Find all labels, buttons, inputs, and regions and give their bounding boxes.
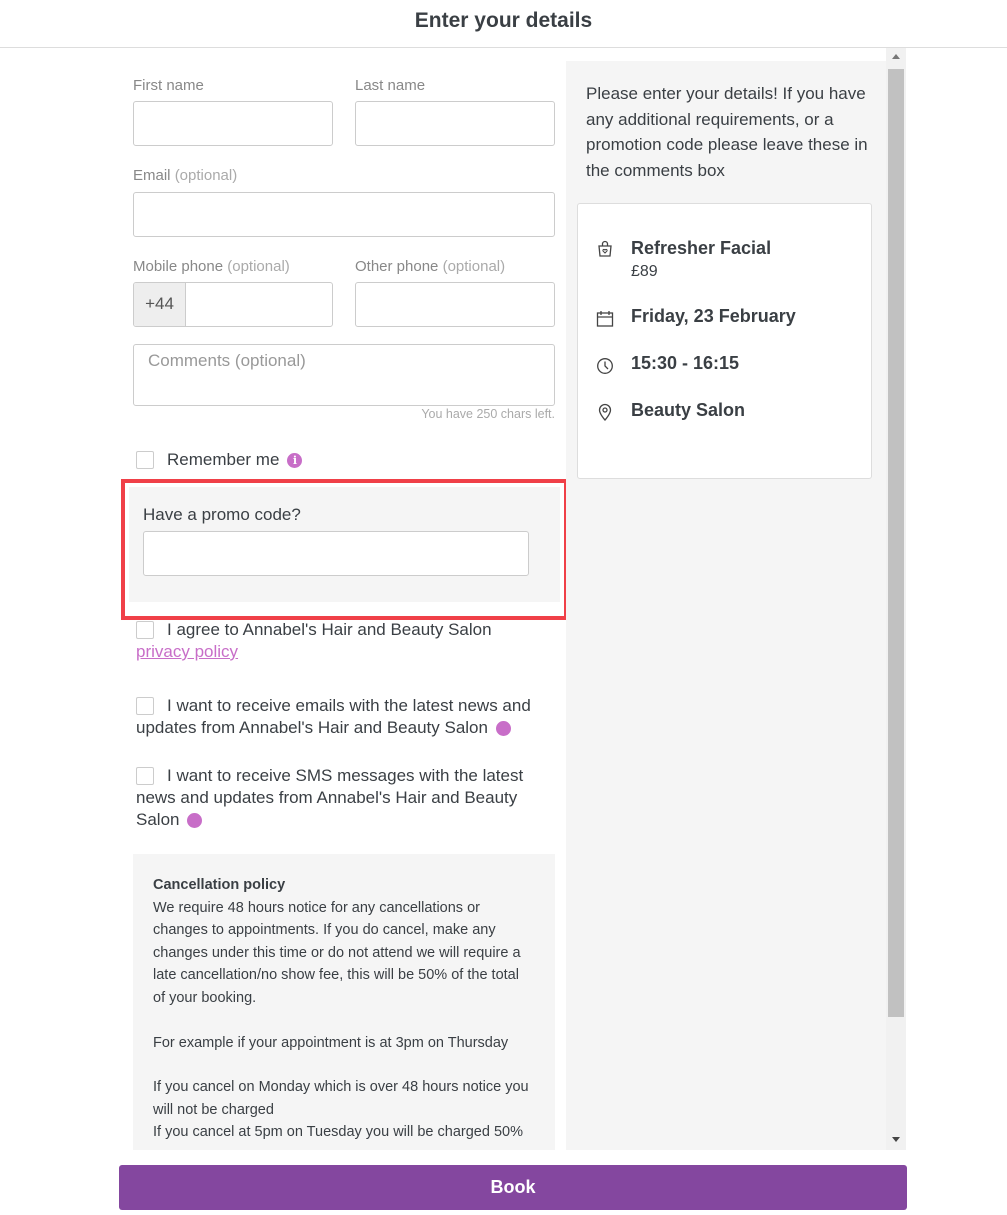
promo-code-input[interactable] — [143, 531, 529, 576]
promo-code-label: Have a promo code? — [143, 505, 301, 524]
email-label: Email (optional) — [133, 167, 238, 184]
page-header: Enter your details — [0, 0, 1007, 48]
service-price: £89 — [631, 263, 658, 280]
cancellation-example: For example if your appointment is at 3p… — [153, 1034, 509, 1051]
clock-icon — [597, 358, 613, 374]
email-input[interactable] — [133, 192, 555, 237]
booking-form-area: First name Last name Email (optional) Mo… — [119, 48, 907, 1150]
service-name: Refresher Facial — [631, 238, 772, 258]
cancellation-title: Cancellation policy — [153, 877, 286, 893]
remember-me-checkbox[interactable] — [136, 451, 154, 469]
scrollbar[interactable] — [886, 48, 906, 1150]
first-name-input[interactable] — [133, 101, 333, 146]
privacy-label: I agree to Annabel's Hair and Beauty Sal… — [136, 620, 492, 661]
last-name-label: Last name — [355, 77, 426, 94]
summary-intro: Please enter your details! If you have a… — [586, 84, 868, 180]
other-phone-label: Other phone (optional) — [355, 258, 506, 275]
appointment-location: Beauty Salon — [631, 400, 746, 420]
scrollbar-thumb[interactable] — [888, 69, 904, 1017]
info-icon[interactable]: i — [495, 721, 531, 736]
remember-me-label: Remember me i — [167, 449, 303, 471]
comments-textarea[interactable]: Comments (optional) — [133, 344, 555, 406]
calendar-icon — [596, 311, 614, 327]
other-phone-input[interactable] — [355, 282, 555, 327]
location-pin-icon — [598, 403, 612, 421]
page-title: Enter your details — [414, 9, 593, 32]
scroll-down-arrow-icon[interactable] — [892, 1137, 900, 1142]
scroll-up-arrow-icon[interactable] — [892, 54, 900, 59]
first-name-label: First name — [133, 77, 204, 94]
chars-left-counter: You have 250 chars left. — [421, 407, 555, 421]
book-button[interactable]: Book — [119, 1165, 907, 1210]
appointment-time: 15:30 - 16:15 — [631, 353, 740, 373]
cancellation-policy: Cancellation policy We require 48 hours … — [133, 854, 555, 1150]
promo-highlight-box: Have a promo code? — [121, 479, 568, 620]
info-icon[interactable]: i — [287, 453, 303, 468]
shopping-bag-icon — [598, 240, 612, 257]
last-name-input[interactable] — [355, 101, 555, 146]
info-icon[interactable]: i — [187, 813, 223, 828]
cancellation-text: We require 48 hours notice for any cance… — [153, 899, 521, 1006]
cancellation-example: If you cancel on Monday which is over 48… — [153, 1079, 529, 1118]
sms-marketing-label: I want to receive SMS messages with the … — [136, 766, 524, 829]
email-marketing-label: I want to receive emails with the latest… — [136, 696, 532, 737]
mobile-phone-input[interactable]: +44 — [133, 282, 333, 327]
appointment-card: Refresher Facial £89 Friday, 23 February… — [577, 203, 872, 479]
privacy-policy-link[interactable]: privacy policy — [136, 642, 238, 661]
cancellation-example: If you cancel at 5pm on Tuesday you will… — [153, 1124, 523, 1141]
booking-summary-panel: Please enter your details! If you have a… — [566, 61, 886, 1150]
mobile-phone-label: Mobile phone (optional) — [133, 258, 290, 275]
country-code-prefix: +44 — [134, 283, 186, 326]
appointment-date: Friday, 23 February — [631, 306, 796, 326]
